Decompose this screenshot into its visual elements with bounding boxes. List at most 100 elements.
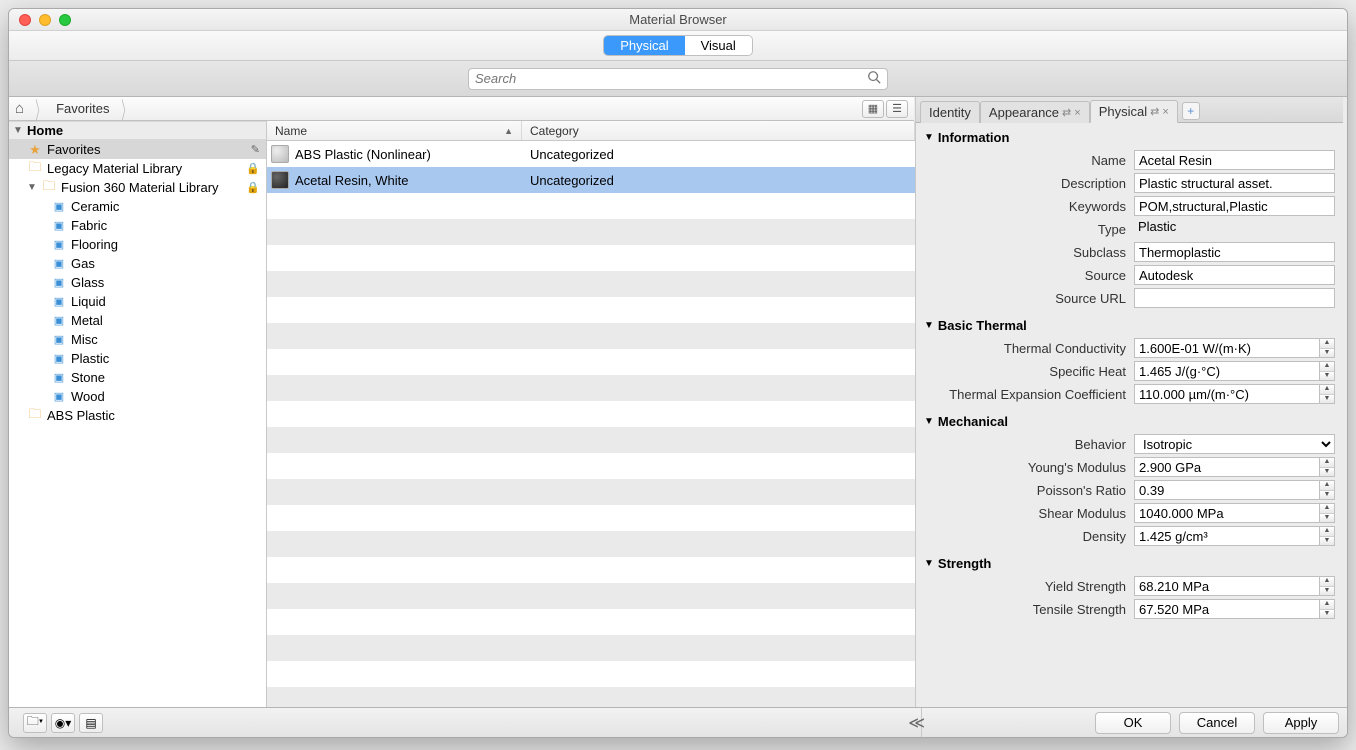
table-row-empty: [267, 427, 915, 453]
column-header-name[interactable]: Name▲: [267, 121, 522, 140]
section-mechanical[interactable]: ▼Mechanical: [924, 411, 1335, 432]
cancel-button[interactable]: Cancel: [1179, 712, 1255, 734]
category-icon: ▣: [51, 238, 67, 251]
disclosure-triangle-icon: ▼: [924, 416, 934, 427]
tree-category-glass[interactable]: ▣ Glass: [9, 273, 266, 292]
input-density[interactable]: [1134, 526, 1319, 546]
search-field[interactable]: [468, 68, 888, 90]
table-body[interactable]: ABS Plastic (Nonlinear) Uncategorized Ac…: [267, 141, 915, 707]
tree-category-gas[interactable]: ▣Gas: [9, 254, 266, 273]
table-row-empty: [267, 635, 915, 661]
titlebar: Material Browser: [9, 9, 1347, 31]
input-shear-modulus[interactable]: [1134, 503, 1319, 523]
spinner[interactable]: ▲▼: [1319, 526, 1335, 546]
tree-category-metal[interactable]: ▣Metal: [9, 311, 266, 330]
library-tree[interactable]: ▼Home ★Favorites✎ 🗀Legacy Material Libra…: [9, 121, 266, 707]
breadcrumb-item[interactable]: Favorites: [56, 101, 109, 116]
spinner[interactable]: ▲▼: [1319, 503, 1335, 523]
tree-fusion360-library[interactable]: ▼🗀Fusion 360 Material Library🔒: [9, 178, 266, 197]
spinner[interactable]: ▲▼: [1319, 338, 1335, 358]
input-tensile-strength[interactable]: [1134, 599, 1319, 619]
spinner[interactable]: ▲▼: [1319, 480, 1335, 500]
close-window-button[interactable]: [19, 14, 31, 26]
label-shear-modulus: Shear Modulus: [924, 506, 1134, 521]
new-folder-button[interactable]: 🗀▾: [23, 713, 47, 733]
tree-item-label: Metal: [71, 313, 103, 328]
section-information[interactable]: ▼Information: [924, 127, 1335, 148]
tab-physical[interactable]: Physical⇄×: [1090, 100, 1178, 123]
spinner[interactable]: ▲▼: [1319, 576, 1335, 596]
material-list-pane: Name▲ Category ABS Plastic (Nonlinear) U…: [267, 121, 915, 707]
category-icon: ▣: [51, 333, 67, 346]
spinner[interactable]: ▲▼: [1319, 599, 1335, 619]
add-tab-button[interactable]: +: [1182, 102, 1200, 120]
row-category: Uncategorized: [522, 173, 915, 188]
tree-item-label: Glass: [71, 275, 104, 290]
tree-category-ceramic[interactable]: ▣Ceramic: [9, 197, 266, 216]
ok-button[interactable]: OK: [1095, 712, 1171, 734]
input-yield-strength[interactable]: [1134, 576, 1319, 596]
category-icon: ▣: [51, 276, 67, 289]
label-thermal-expansion: Thermal Expansion Coefficient: [924, 387, 1134, 402]
input-source-url[interactable]: [1134, 288, 1335, 308]
new-material-button[interactable]: ◉▾: [51, 713, 75, 733]
select-behavior[interactable]: Isotropic: [1134, 434, 1335, 454]
tree-category-stone[interactable]: ▣Stone: [9, 368, 266, 387]
table-row-empty: [267, 687, 915, 707]
collapse-pane-icon[interactable]: ≪: [908, 713, 921, 733]
input-conductivity[interactable]: [1134, 338, 1319, 358]
swap-icon: ⇄: [1150, 105, 1159, 118]
tree-favorites[interactable]: ★Favorites✎: [9, 140, 266, 159]
input-source[interactable]: [1134, 265, 1335, 285]
input-subclass[interactable]: [1134, 242, 1335, 262]
tab-identity[interactable]: Identity: [920, 101, 980, 123]
tree-category-wood[interactable]: ▣Wood: [9, 387, 266, 406]
maximize-window-button[interactable]: [59, 14, 71, 26]
input-youngs-modulus[interactable]: [1134, 457, 1319, 477]
mode-physical[interactable]: Physical: [604, 36, 684, 55]
input-name[interactable]: [1134, 150, 1335, 170]
tree-abs-folder[interactable]: 🗀ABS Plastic: [9, 406, 266, 425]
home-icon[interactable]: ⌂: [15, 100, 24, 117]
input-poissons-ratio[interactable]: [1134, 480, 1319, 500]
input-specific-heat[interactable]: [1134, 361, 1319, 381]
label-keywords: Keywords: [924, 199, 1134, 214]
table-row[interactable]: Acetal Resin, White Uncategorized: [267, 167, 915, 193]
close-icon[interactable]: ×: [1074, 107, 1080, 119]
spinner[interactable]: ▲▼: [1319, 361, 1335, 381]
apply-button[interactable]: Apply: [1263, 712, 1339, 734]
input-thermal-expansion[interactable]: [1134, 384, 1319, 404]
input-description[interactable]: [1134, 173, 1335, 193]
tab-appearance[interactable]: Appearance⇄×: [980, 101, 1090, 123]
tree-home[interactable]: ▼Home: [9, 121, 266, 140]
tree-legacy-library[interactable]: 🗀Legacy Material Library🔒: [9, 159, 266, 178]
table-row[interactable]: ABS Plastic (Nonlinear) Uncategorized: [267, 141, 915, 167]
properties-scroll[interactable]: ▼Information Name Description Keywords T…: [916, 123, 1343, 707]
search-input[interactable]: [475, 71, 867, 86]
column-header-category[interactable]: Category: [522, 121, 915, 140]
close-icon[interactable]: ×: [1162, 106, 1168, 118]
section-basic-thermal[interactable]: ▼Basic Thermal: [924, 315, 1335, 336]
label-tensile-strength: Tensile Strength: [924, 602, 1134, 617]
table-row-empty: [267, 531, 915, 557]
label-source: Source: [924, 268, 1134, 283]
tree-category-liquid[interactable]: ▣Liquid: [9, 292, 266, 311]
tree-category-fabric[interactable]: ▣Fabric: [9, 216, 266, 235]
view-list-button[interactable]: ☰: [886, 100, 908, 118]
table-row-empty: [267, 479, 915, 505]
view-grid-button[interactable]: ▦: [862, 100, 884, 118]
view-options-button[interactable]: ▤: [79, 713, 103, 733]
spinner[interactable]: ▲▼: [1319, 457, 1335, 477]
label-description: Description: [924, 176, 1134, 191]
mode-visual[interactable]: Visual: [685, 36, 752, 55]
tree-category-flooring[interactable]: ▣Flooring: [9, 235, 266, 254]
minimize-window-button[interactable]: [39, 14, 51, 26]
category-icon: ▣: [51, 219, 67, 232]
tree-item-label: Ceramic: [71, 199, 119, 214]
section-strength[interactable]: ▼Strength: [924, 553, 1335, 574]
edit-icon[interactable]: ✎: [251, 143, 260, 156]
spinner[interactable]: ▲▼: [1319, 384, 1335, 404]
tree-category-plastic[interactable]: ▣Plastic: [9, 349, 266, 368]
input-keywords[interactable]: [1134, 196, 1335, 216]
tree-category-misc[interactable]: ▣Misc: [9, 330, 266, 349]
